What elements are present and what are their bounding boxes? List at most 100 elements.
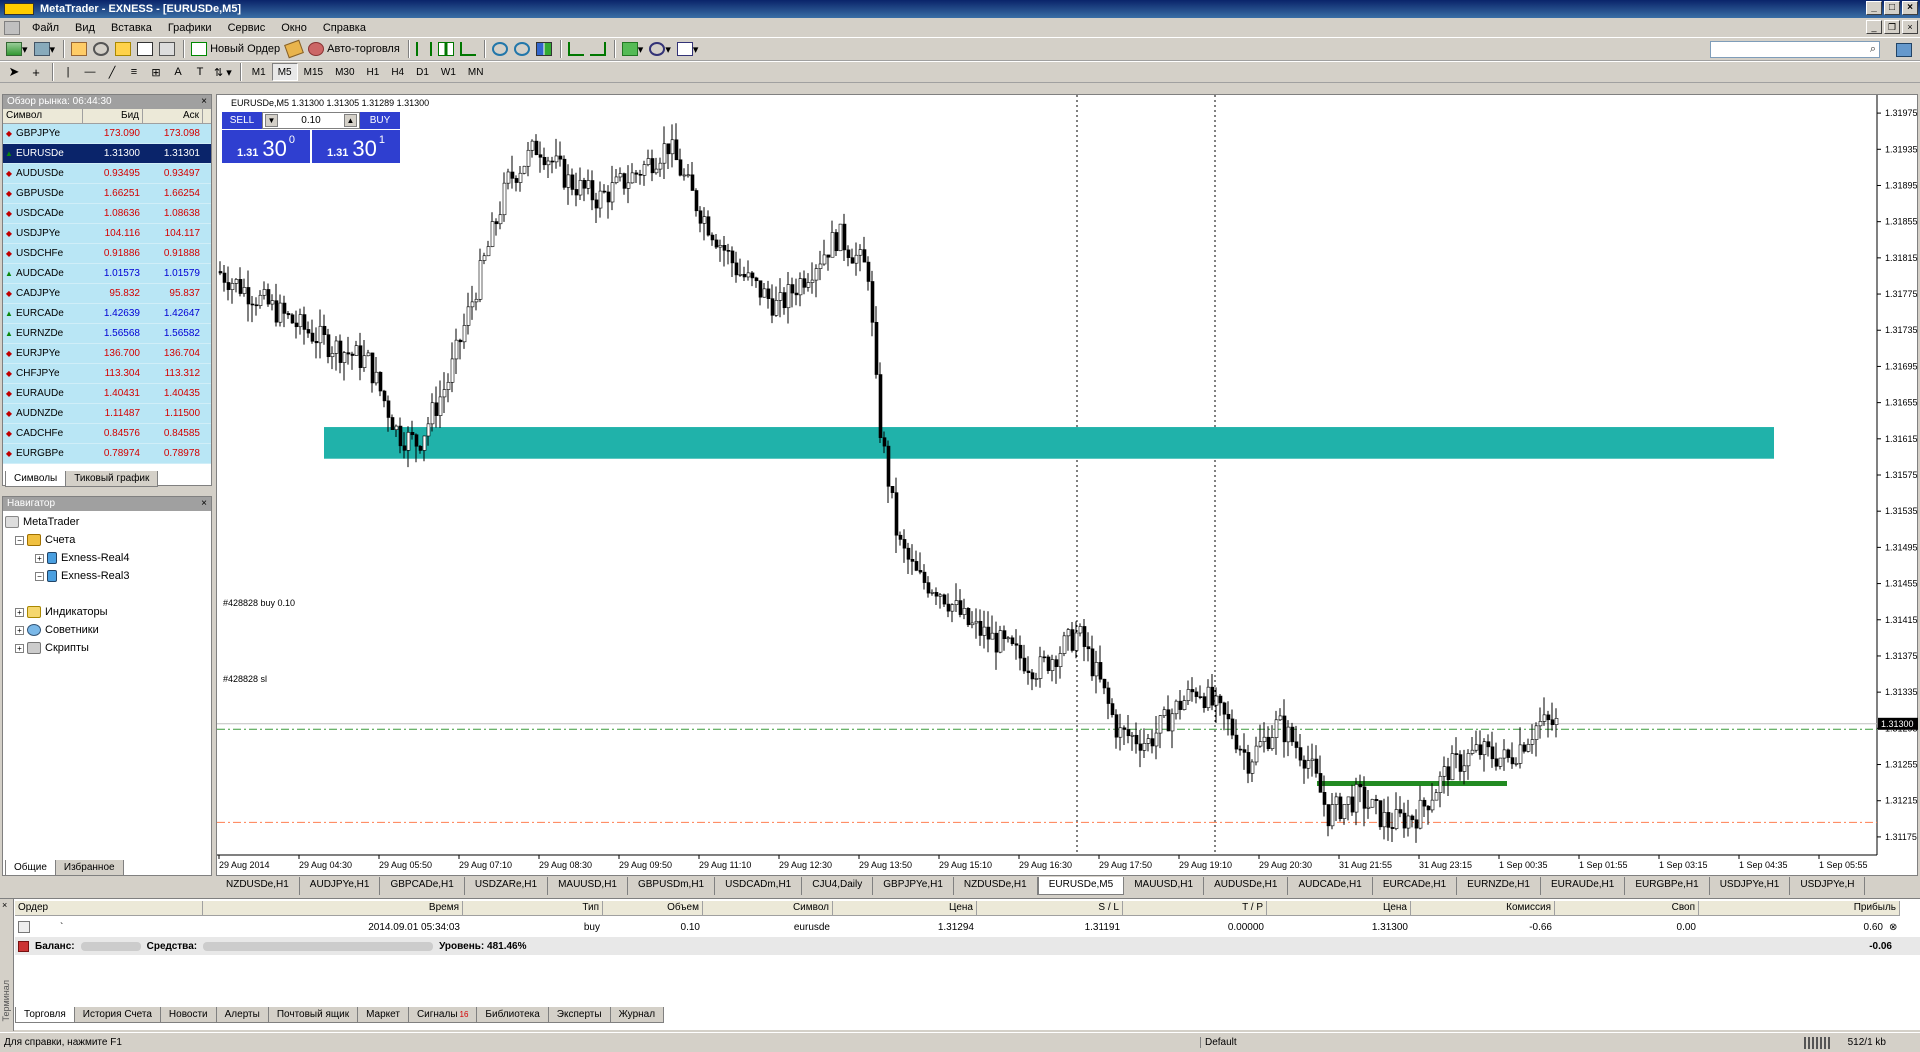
terminal-tab[interactable]: Торговля xyxy=(15,1007,75,1023)
zoom-out-button[interactable] xyxy=(512,39,532,59)
terminal-tab[interactable]: Сигналы 16 xyxy=(407,1007,478,1023)
chart-tab[interactable]: EURUSDe,M5 xyxy=(1037,877,1125,895)
line-chart-button[interactable] xyxy=(458,39,478,59)
auto-trading-button[interactable]: Авто-торговля xyxy=(306,39,402,59)
expand-icon[interactable]: + xyxy=(15,643,24,653)
menu-view[interactable]: Вид xyxy=(67,22,103,34)
terminal-tab[interactable]: Маркет xyxy=(357,1007,409,1023)
child-close-button[interactable]: × xyxy=(1902,20,1918,34)
maximize-button[interactable]: □ xyxy=(1884,1,1900,15)
col-order[interactable]: Ордер xyxy=(15,901,203,916)
market-watch-row[interactable]: ◆ USDJPYe 104.116 104.117 xyxy=(3,224,211,244)
market-watch-row[interactable]: ◆ AUDNZDe 1.11487 1.11500 xyxy=(3,404,211,424)
chart-tab[interactable]: AUDUSDe,H1 xyxy=(1204,877,1289,895)
market-watch-row[interactable]: ▲ EURUSDe 1.31300 1.31301 xyxy=(3,144,211,164)
market-watch-row[interactable]: ◆ USDCHFe 0.91886 0.91888 xyxy=(3,244,211,264)
search-input[interactable]: ⌕ xyxy=(1710,41,1880,58)
chart-tab[interactable]: CJU4,Daily xyxy=(802,877,874,895)
chart-tab[interactable]: GBPCADe,H1 xyxy=(380,877,465,895)
market-watch-row[interactable]: ◆ AUDUSDe 0.93495 0.93497 xyxy=(3,164,211,184)
terminal-tab[interactable]: История Счета xyxy=(73,1007,161,1023)
market-watch-row[interactable]: ◆ EURAUDe 1.40431 1.40435 xyxy=(3,384,211,404)
col-bid[interactable]: Бид xyxy=(83,109,143,123)
tab-symbols[interactable]: Символы xyxy=(5,471,67,487)
chart-tab[interactable]: MAUUSD,H1 xyxy=(548,877,628,895)
chart-tab[interactable]: EURNZDe,H1 xyxy=(1457,877,1541,895)
expand-icon[interactable]: + xyxy=(15,607,24,617)
col-sl[interactable]: S / L xyxy=(977,901,1123,916)
arrows-button[interactable]: ⇅ ▾ xyxy=(212,62,234,82)
col-profit[interactable]: Прибыль xyxy=(1699,901,1900,916)
order-row[interactable]: ` 2014.09.01 05:34:03 buy 0.10 eurusde 1… xyxy=(15,918,1900,936)
tree-accounts[interactable]: − Счета xyxy=(5,531,209,549)
order-close-icon[interactable]: ⊗ xyxy=(1886,922,1900,933)
chart-tab[interactable]: AUDCADe,H1 xyxy=(1288,877,1373,895)
timeframe-m5[interactable]: M5 xyxy=(271,63,298,81)
navigator-close-icon[interactable]: × xyxy=(201,497,211,511)
timeframe-w1[interactable]: W1 xyxy=(435,63,462,81)
community-button[interactable] xyxy=(1894,40,1914,60)
metaeditor-button[interactable] xyxy=(284,39,305,59)
market-watch-toggle[interactable] xyxy=(69,39,89,59)
text-button[interactable]: A xyxy=(168,62,188,82)
chart-tab[interactable]: NZDUSDe,H1 xyxy=(216,877,300,895)
col-ask[interactable]: Аск xyxy=(143,109,203,123)
col-symbol[interactable]: Символ xyxy=(703,901,833,916)
lot-increase-icon[interactable]: ▲ xyxy=(344,114,357,127)
price-chart[interactable]: 1.31975 1.31935 1.31895 1.31855 1.31815 1.317… xyxy=(216,94,1918,876)
terminal-tab[interactable]: Почтовый ящик xyxy=(267,1007,359,1023)
menu-window[interactable]: Окно xyxy=(273,22,315,34)
timeframe-m15[interactable]: M15 xyxy=(298,63,329,81)
child-minimize-button[interactable]: _ xyxy=(1866,20,1882,34)
terminal-tab[interactable]: Журнал xyxy=(609,1007,665,1023)
market-watch-row[interactable]: ▲ EURCADe 1.42639 1.42647 xyxy=(3,304,211,324)
tree-indicators[interactable]: + Индикаторы xyxy=(5,603,209,621)
collapse-icon[interactable]: − xyxy=(35,571,44,581)
chart-tab[interactable]: MAUUSD,H1 xyxy=(1124,877,1205,895)
col-price[interactable]: Цена xyxy=(833,901,977,916)
menu-insert[interactable]: Вставка xyxy=(103,22,160,34)
timeframe-m1[interactable]: M1 xyxy=(246,63,272,81)
text-label-button[interactable]: T xyxy=(190,62,210,82)
chart-tab[interactable]: EURAUDe,H1 xyxy=(1541,877,1626,895)
buy-price-button[interactable]: 1.31 30 1 xyxy=(312,130,400,163)
new-order-button[interactable]: Новый Ордер xyxy=(189,39,282,59)
terminal-close-icon[interactable]: × xyxy=(2,900,7,910)
chart-tab[interactable]: EURGBPe,H1 xyxy=(1625,877,1710,895)
tab-favorites[interactable]: Избранное xyxy=(54,860,124,876)
chart-tab[interactable]: GBPUSDm,H1 xyxy=(628,877,716,895)
tree-root[interactable]: MetaTrader xyxy=(5,513,209,531)
timeframe-h4[interactable]: H4 xyxy=(385,63,410,81)
tab-common[interactable]: Общие xyxy=(5,860,56,876)
terminal-tab[interactable]: Алерты xyxy=(215,1007,269,1023)
market-watch-row[interactable]: ◆ USDCADe 1.08636 1.08638 xyxy=(3,204,211,224)
indicators-button[interactable]: ▾ xyxy=(620,39,646,59)
periods-button[interactable]: ▾ xyxy=(647,39,673,59)
tree-account-real4[interactable]: + Exness-Real4 xyxy=(5,549,209,567)
candle-chart-button[interactable] xyxy=(436,39,456,59)
navigator-toggle[interactable] xyxy=(113,39,133,59)
timeframe-d1[interactable]: D1 xyxy=(410,63,435,81)
close-button[interactable]: × xyxy=(1902,1,1918,15)
market-watch-row[interactable]: ◆ GBPUSDe 1.66251 1.66254 xyxy=(3,184,211,204)
timeframe-m30[interactable]: M30 xyxy=(329,63,360,81)
market-watch-row[interactable]: ◆ CADJPYe 95.832 95.837 xyxy=(3,284,211,304)
timeframe-h1[interactable]: H1 xyxy=(361,63,386,81)
lot-size-value[interactable]: 0.10 xyxy=(301,115,320,126)
col-symbol[interactable]: Символ xyxy=(3,109,83,123)
one-click-sell-button[interactable]: SELL xyxy=(222,112,262,129)
child-restore-button[interactable]: ❐ xyxy=(1884,20,1900,34)
order-sl-label[interactable]: #428828 sl xyxy=(223,674,267,684)
fibo-button[interactable]: ⊞ xyxy=(146,62,166,82)
chart-shift-button[interactable] xyxy=(588,39,608,59)
menu-charts[interactable]: Графики xyxy=(160,22,220,34)
col-volume[interactable]: Объем xyxy=(603,901,703,916)
col-swap[interactable]: Своп xyxy=(1555,901,1699,916)
order-buy-label[interactable]: #428828 buy 0.10 xyxy=(223,598,295,608)
cursor-button[interactable]: ➤ xyxy=(4,62,24,82)
col-cur-price[interactable]: Цена xyxy=(1267,901,1411,916)
crosshair-button[interactable]: + xyxy=(26,62,46,82)
market-watch-row[interactable]: ▲ EURNZDe 1.56568 1.56582 xyxy=(3,324,211,344)
market-watch-close-icon[interactable]: × xyxy=(201,95,211,109)
market-watch-row[interactable]: ◆ EURGBPe 0.78974 0.78978 xyxy=(3,444,211,464)
